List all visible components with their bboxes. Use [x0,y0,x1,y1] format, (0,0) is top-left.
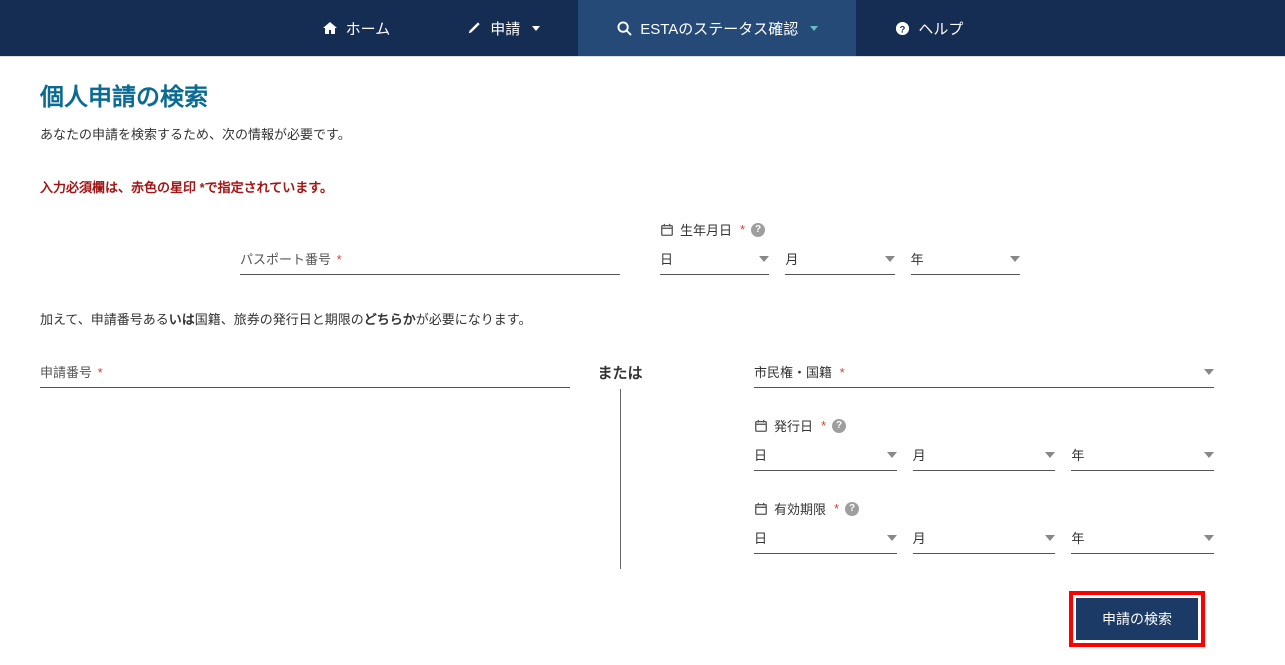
row-alternative-fields: 申請番号 * または 市民権・国籍 * 発行日* ? [40,358,1245,569]
expiry-date-row: 日 月 年 [754,524,1214,554]
nav-help-label: ヘルプ [918,18,963,39]
issue-date-label: 発行日* ? [754,416,1245,435]
passport-input[interactable] [240,249,620,275]
citizenship-field: 市民権・国籍 * [754,358,1245,388]
help-icon: ? [894,20,910,36]
page-title: 個人申請の検索 [40,77,1245,112]
calendar-icon [754,418,768,434]
expiry-month-select[interactable]: 月 [913,524,1056,554]
search-application-button[interactable]: 申請の検索 [1076,598,1198,640]
dob-year-select[interactable]: 年 [911,245,1020,275]
main-navbar: ホーム 申請 ESTAのステータス確認 ? ヘルプ [0,0,1285,56]
or-text: または [597,362,642,383]
pencil-icon [466,20,482,36]
expiry-year-select[interactable]: 年 [1071,524,1214,554]
nav-home[interactable]: ホーム [284,0,429,56]
dob-label: 生年月日* ? [660,220,1035,239]
content: 個人申請の検索 あなたの申請を検索するため、次の情報が必要です。 入力必須欄は、… [0,56,1285,665]
issue-day-select[interactable]: 日 [754,441,897,471]
expiry-date-label: 有効期限* ? [754,499,1245,518]
divider-line [620,389,621,569]
dob-month-select[interactable]: 月 [785,245,894,275]
chevron-down-icon [1204,535,1214,541]
row-primary-fields: パスポート番号 * 生年月日* ? 日 月 年 [40,220,1245,275]
nav-home-label: ホーム [346,18,391,39]
nav-apply-label: 申請 [490,18,520,39]
search-icon [616,20,632,36]
caret-down-icon [532,26,540,31]
chevron-down-icon [1204,452,1214,458]
issue-date-row: 日 月 年 [754,441,1214,471]
chevron-down-icon [1045,452,1055,458]
chevron-down-icon [759,256,769,262]
chevron-down-icon [1010,256,1020,262]
caret-down-icon [810,26,818,31]
passport-field-group: パスポート番号 * [240,249,620,275]
citizenship-select[interactable]: 市民権・国籍 * [754,358,1214,388]
chevron-down-icon [887,452,897,458]
additional-note: 加えて、申請番号あるいは国籍、旅券の発行日と期限のどちらかが必要になります。 [40,309,1245,328]
issue-year-select[interactable]: 年 [1071,441,1214,471]
help-circle-icon[interactable]: ? [832,419,846,433]
citizenship-passport-group: 市民権・国籍 * 発行日* ? 日 月 年 [670,358,1245,569]
nav-inner: ホーム 申請 ESTAのステータス確認 ? ヘルプ [284,0,1002,56]
nav-check-label: ESTAのステータス確認 [640,18,798,39]
application-number-input[interactable] [40,362,570,388]
help-circle-icon[interactable]: ? [751,223,765,237]
chevron-down-icon [1045,535,1055,541]
nav-help[interactable]: ? ヘルプ [856,0,1001,56]
expiry-date-field: 有効期限* ? 日 月 年 [754,499,1245,554]
chevron-down-icon [1204,369,1214,375]
search-button-highlight: 申請の検索 [1069,591,1205,647]
dob-field-group: 生年月日* ? 日 月 年 [660,220,1035,275]
issue-date-field: 発行日* ? 日 月 年 [754,416,1245,471]
dob-date-row: 日 月 年 [660,245,1020,275]
calendar-icon [660,222,674,238]
required-note: 入力必須欄は、赤色の星印 *で指定されています。 [40,177,1245,196]
instruction-text: あなたの申請を検索するため、次の情報が必要です。 [40,124,1245,143]
application-number-group: 申請番号 * [40,358,570,569]
nav-check-status[interactable]: ESTAのステータス確認 [578,0,856,56]
svg-text:?: ? [899,24,905,34]
expiry-day-select[interactable]: 日 [754,524,897,554]
home-icon [322,20,338,36]
or-divider: または [570,358,670,569]
issue-month-select[interactable]: 月 [913,441,1056,471]
chevron-down-icon [887,535,897,541]
help-circle-icon[interactable]: ? [845,502,859,516]
dob-day-select[interactable]: 日 [660,245,769,275]
calendar-icon [754,501,768,517]
chevron-down-icon [885,256,895,262]
nav-apply[interactable]: 申請 [428,0,578,56]
button-row: 申請の検索 [40,591,1245,647]
